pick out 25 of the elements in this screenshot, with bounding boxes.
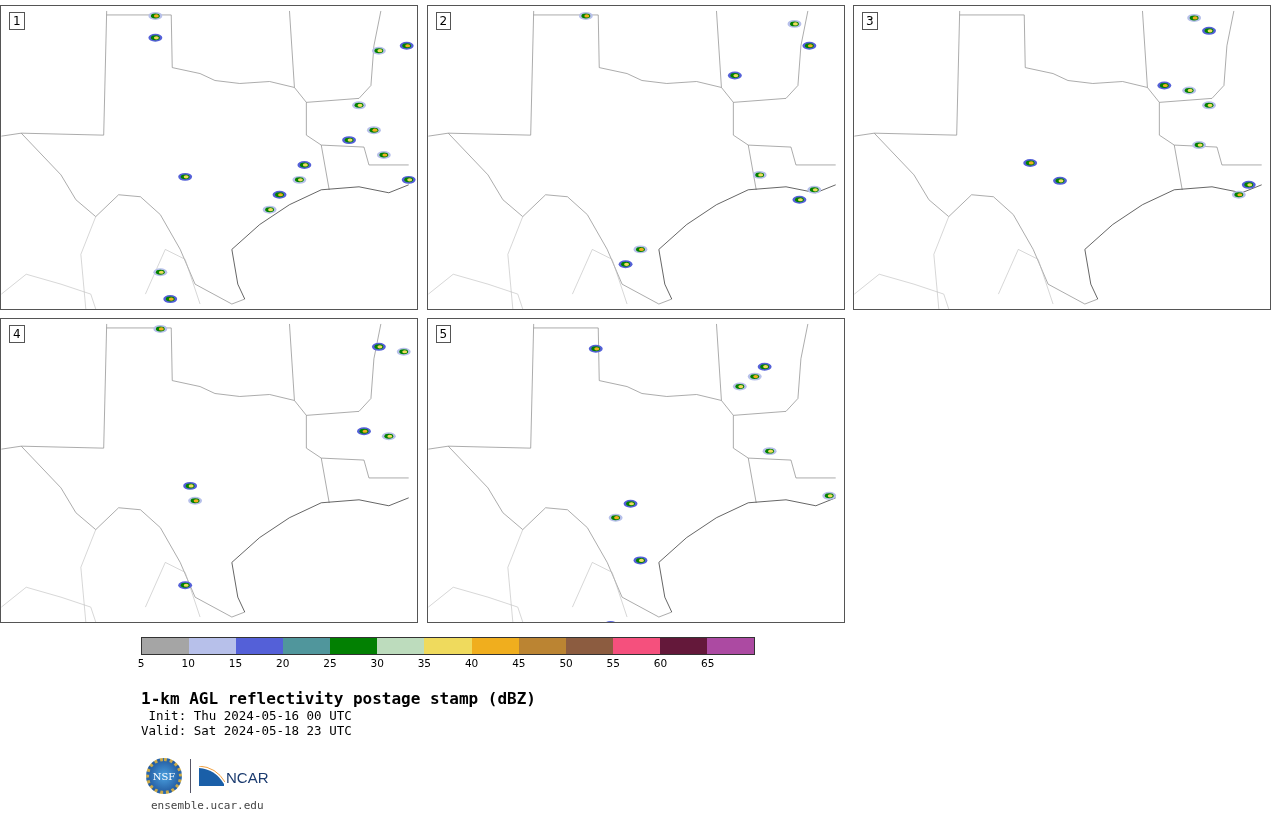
website-link[interactable]: ensemble.ucar.edu (151, 799, 264, 812)
valid-time: Valid: Sat 2024-05-18 23 UTC (141, 723, 353, 738)
tick-label: 20 (276, 657, 290, 669)
panel-number: 4 (9, 325, 25, 343)
chart-title: 1-km AGL reflectivity postage stamp (dBZ) (141, 689, 537, 708)
ncar-logo: NCAR (199, 766, 269, 786)
tick-label: 45 (512, 657, 526, 669)
init-time: Init: Thu 2024-05-16 00 UTC (147, 708, 353, 723)
tick-label: 35 (417, 657, 432, 669)
panel-number: 5 (435, 325, 452, 343)
tick-label: 50 (559, 657, 573, 669)
tick-label: 60 (653, 657, 668, 669)
tick-label: 40 (464, 657, 479, 669)
tick-label: 15 (228, 657, 243, 669)
panel-number: 2 (435, 12, 452, 30)
tick-label: 5 (137, 657, 145, 669)
nsf-logo: NSF (146, 758, 182, 794)
tick-label: 25 (323, 657, 337, 669)
panel-number: 1 (9, 12, 25, 30)
tick-label: 55 (606, 657, 620, 669)
panel-number: 3 (862, 12, 878, 30)
tick-label: 30 (370, 657, 384, 669)
tick-label: 10 (181, 657, 195, 669)
arc-icon (199, 766, 225, 786)
tick-label: 65 (701, 657, 715, 669)
